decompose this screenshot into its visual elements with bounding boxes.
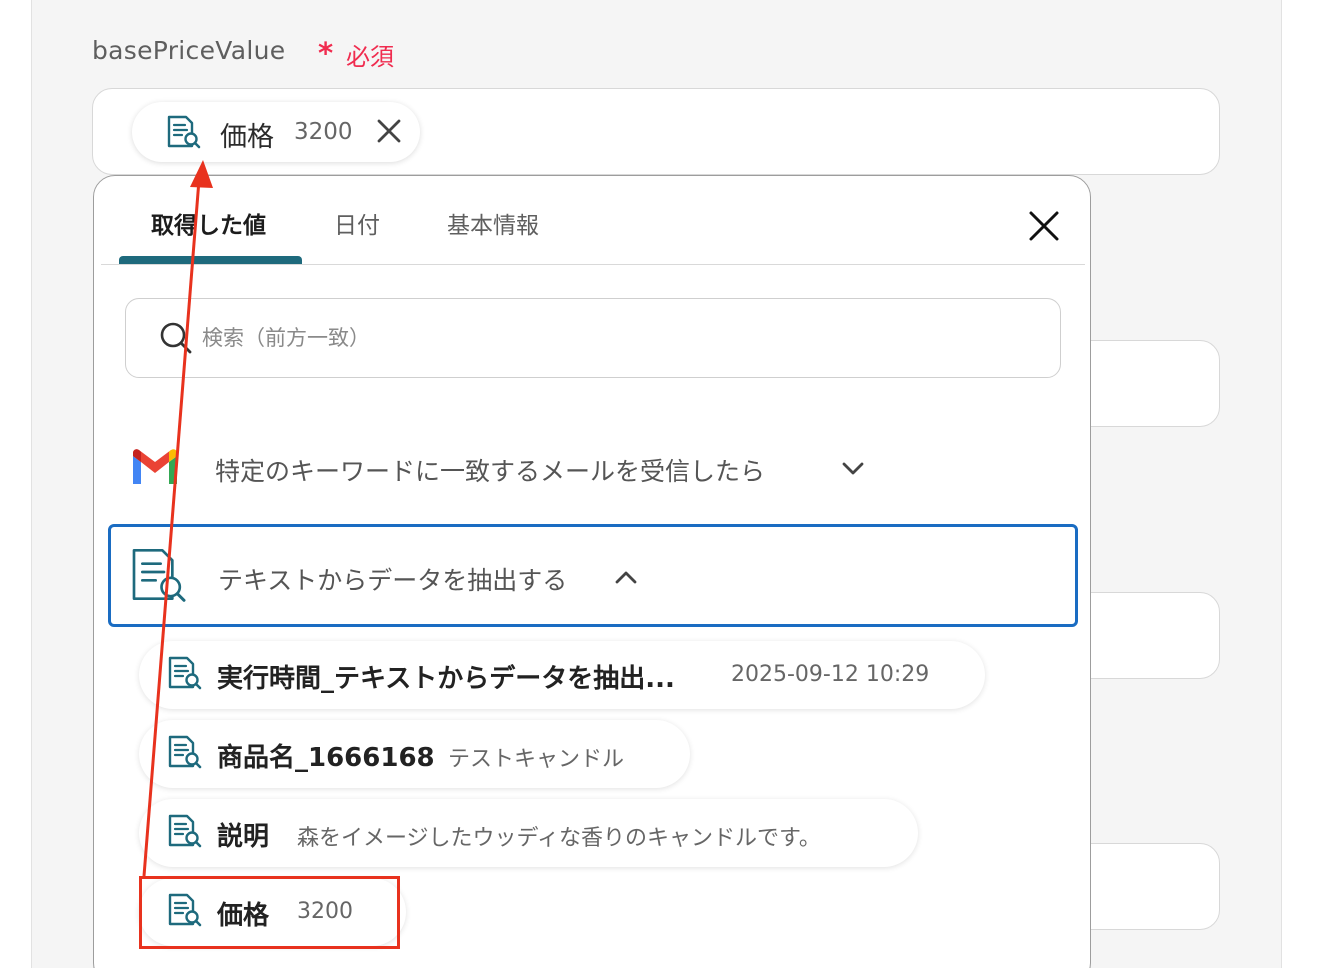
list-item[interactable]: 商品名_1666168 テストキャンドル [139, 720, 690, 788]
item-name: 商品名_1666168 [217, 743, 435, 773]
item-value: 2025-09-12 10:29 [731, 662, 930, 687]
list-item[interactable]: 説明 森をイメージしたウッディな香りのキャンドルです。 [139, 799, 918, 867]
document-search-icon [166, 115, 202, 155]
item-value: テストキャンドル [448, 747, 625, 772]
document-search-icon [167, 735, 203, 775]
tab-acquired-values[interactable]: 取得した値 [151, 206, 266, 240]
item-name: 実行時間_テキストからデータを抽出... [217, 664, 675, 694]
item-value: 森をイメージしたウッディな香りのキャンドルです。 [297, 826, 821, 851]
document-search-icon [129, 547, 189, 611]
section-title: テキストからデータを抽出する [218, 566, 568, 595]
document-search-icon [167, 656, 203, 696]
section-title: 特定のキーワードに一致するメールを受信したら [215, 457, 766, 486]
search-box [125, 298, 1061, 378]
tab-divider [101, 264, 1085, 265]
section-gmail-trigger[interactable]: 特定のキーワードに一致するメールを受信したら [108, 416, 1078, 519]
selected-value-chip: 価格 3200 [132, 102, 420, 162]
chevron-down-icon [840, 458, 866, 482]
active-tab-indicator [119, 256, 302, 264]
gmail-icon [130, 448, 180, 490]
close-icon[interactable] [1028, 210, 1060, 246]
form-field[interactable] [1070, 843, 1220, 930]
tab-date[interactable]: 日付 [334, 206, 380, 240]
chip-value: 3200 [294, 119, 353, 145]
field-label: basePriceValue [92, 36, 286, 65]
chevron-up-icon [613, 567, 639, 591]
search-icon [159, 321, 193, 359]
section-extract-text[interactable]: テキストからデータを抽出する [108, 524, 1078, 627]
list-item[interactable]: 実行時間_テキストからデータを抽出... 2025-09-12 10:29 [139, 641, 985, 709]
chip-name: 価格 [220, 122, 274, 153]
document-search-icon [167, 814, 203, 854]
search-input[interactable] [202, 321, 1022, 355]
form-field[interactable] [1070, 340, 1220, 427]
form-field[interactable] [1070, 592, 1220, 679]
remove-chip-icon[interactable] [374, 116, 404, 150]
required-text: 必須 [346, 43, 394, 71]
item-name: 説明 [217, 822, 270, 852]
annotation-highlight-box [139, 876, 400, 949]
required-mark: * [318, 36, 334, 70]
tab-basic-info[interactable]: 基本情報 [447, 206, 539, 240]
